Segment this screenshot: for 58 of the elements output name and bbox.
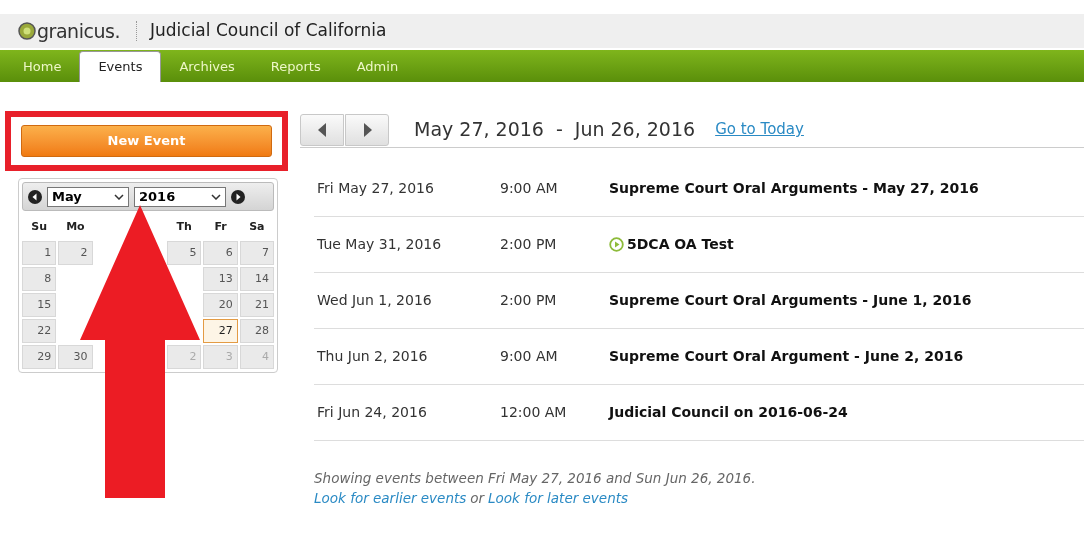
earlier-events-link[interactable]: Look for earlier events (314, 488, 467, 508)
range-end: Jun 26, 2016 (574, 117, 696, 143)
calendar-day[interactable]: 15 (22, 293, 57, 317)
calendar-day[interactable]: 20 (203, 293, 238, 317)
calendar-day[interactable]: 6 (203, 241, 238, 265)
previous-button[interactable] (300, 113, 344, 146)
chevron-down-icon (211, 193, 221, 200)
calendar-day[interactable]: 28 (239, 319, 274, 343)
event-date: Wed Jun 1, 2016 (316, 291, 433, 310)
event-date: Fri May 27, 2016 (316, 179, 435, 198)
calendar-day[interactable]: 1 (22, 241, 57, 265)
weekday-label: Mo (65, 218, 86, 235)
event-time: 9:00 AM (500, 347, 559, 366)
event-title-link[interactable]: Judicial Council on 2016-06-24 (609, 402, 848, 423)
calendar-day[interactable]: 14 (239, 267, 274, 291)
site-title: Judicial Council of California (150, 19, 387, 43)
logo-text: granicus. (37, 18, 120, 44)
calendar-day[interactable]: 22 (22, 319, 57, 343)
event-title-link[interactable]: Supreme Court Oral Arguments - June 1, 2016 (609, 290, 972, 311)
range-separator: - (555, 117, 563, 143)
event-date: Fri Jun 24, 2016 (316, 403, 428, 422)
next-month-icon[interactable] (231, 189, 245, 204)
event-date: Thu Jun 2, 2016 (316, 347, 429, 366)
nav-tab[interactable]: Events (79, 51, 162, 82)
event-title-link[interactable]: Supreme Court Oral Argument - June 2, 2016 (609, 346, 964, 367)
calendar-day[interactable]: 29 (22, 345, 57, 369)
calendar-day[interactable]: 2 (58, 241, 93, 265)
weekday-label: Su (30, 218, 48, 235)
calendar-day[interactable]: 21 (239, 293, 274, 317)
calendar-day[interactable]: 30 (58, 345, 93, 369)
range-start: May 27, 2016 (414, 117, 544, 143)
calendar-day[interactable]: 7 (239, 241, 274, 265)
event-time: 12:00 AM (500, 403, 568, 422)
calendar-day[interactable]: 27 (203, 319, 238, 343)
weekday-label: Fr (213, 218, 228, 235)
calendar-day[interactable]: 5 (167, 241, 202, 265)
summary-text: Showing events between Fri May 27, 2016 and Sun Jun 26, 2016. (314, 469, 757, 488)
event-time: 9:00 AM (500, 179, 559, 198)
event-date: Tue May 31, 2016 (316, 235, 443, 254)
next-button[interactable] (345, 113, 389, 146)
joiner-text: or (470, 489, 485, 508)
year-select[interactable]: 2016 (134, 186, 226, 207)
chevron-down-icon (114, 193, 124, 200)
logo-icon (18, 22, 36, 40)
month-select[interactable]: May (47, 186, 129, 207)
event-title-link[interactable]: 5DCA OA Test (627, 234, 734, 255)
event-time: 2:00 PM (500, 235, 558, 254)
event-time: 2:00 PM (500, 291, 558, 310)
event-title-link[interactable]: Supreme Court Oral Arguments - May 27, 2016 (609, 178, 979, 199)
weekday-label: Sa (248, 218, 266, 235)
weekday-label: Th (175, 218, 193, 235)
later-events-link[interactable]: Look for later events (488, 488, 629, 508)
calendar-day[interactable]: 13 (203, 267, 238, 291)
previous-month-icon[interactable] (28, 189, 42, 204)
calendar-day[interactable]: 8 (22, 267, 57, 291)
go-to-today-link[interactable]: Go to Today (715, 118, 804, 141)
right-triangle-icon (362, 122, 372, 137)
left-triangle-icon (317, 122, 327, 137)
